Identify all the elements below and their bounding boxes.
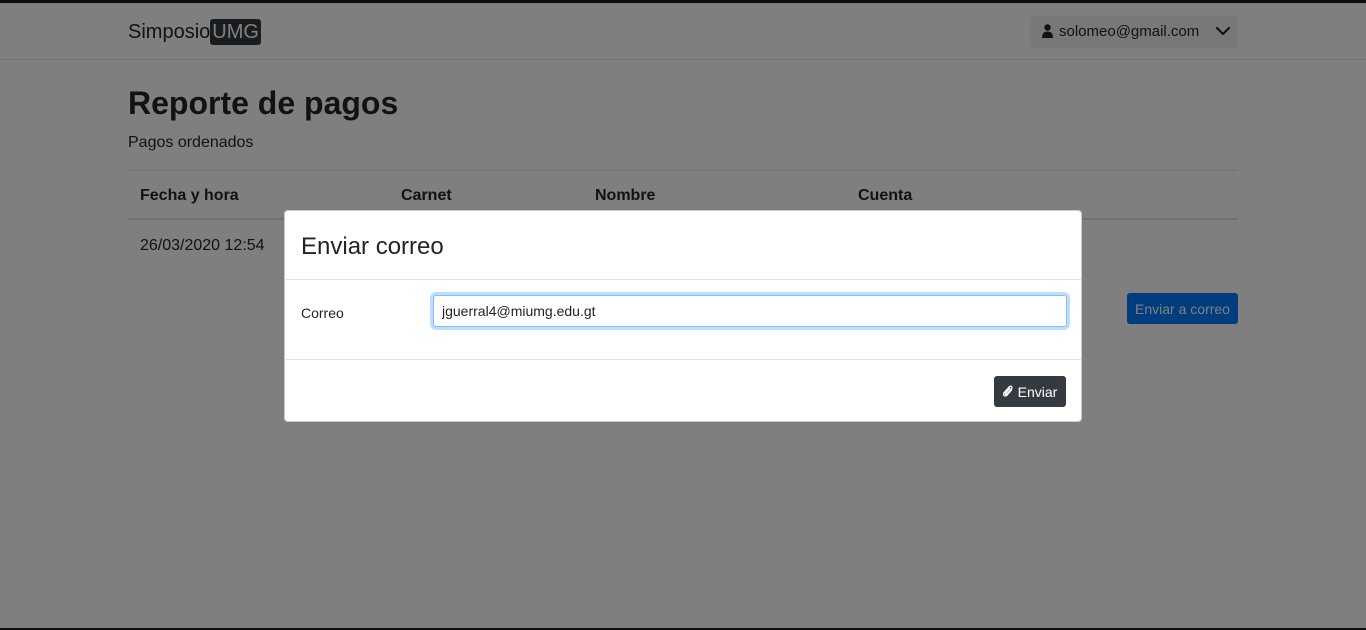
send-email-modal: Enviar correo Correo Enviar (284, 210, 1082, 422)
modal-header: Enviar correo (285, 211, 1081, 280)
send-button[interactable]: Enviar (994, 376, 1066, 407)
email-label: Correo (301, 305, 344, 321)
modal-footer: Enviar (285, 359, 1081, 423)
email-field[interactable] (433, 295, 1067, 327)
paperclip-icon (1002, 385, 1013, 397)
send-button-label: Enviar (1017, 383, 1058, 400)
modal-title: Enviar correo (301, 233, 444, 260)
modal-body: Correo (285, 280, 1081, 359)
